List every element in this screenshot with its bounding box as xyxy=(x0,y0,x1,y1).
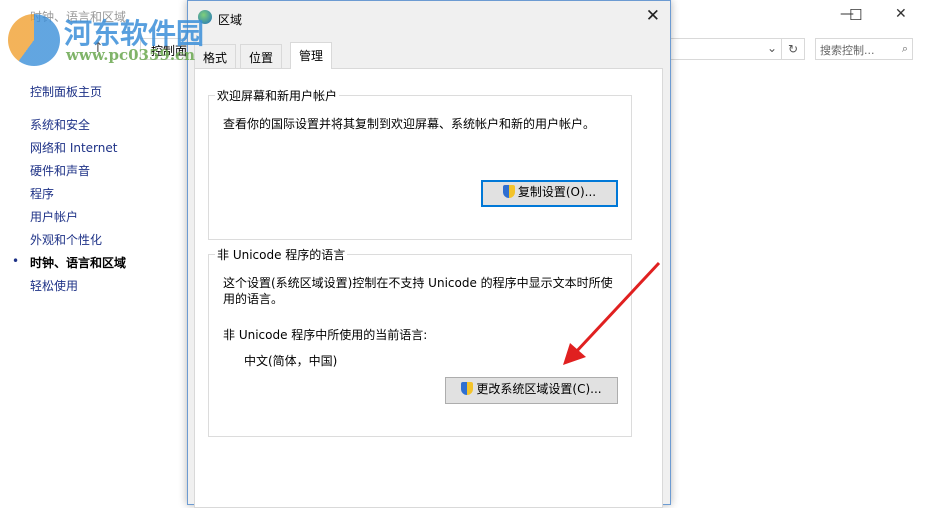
tab-administrative[interactable]: 管理 xyxy=(290,42,333,69)
arrow-shaft xyxy=(573,261,661,355)
annotation-arrow xyxy=(563,261,661,365)
watermark-url: www.pc0359.cn xyxy=(66,46,196,64)
watermark-logo-icon xyxy=(8,14,60,66)
